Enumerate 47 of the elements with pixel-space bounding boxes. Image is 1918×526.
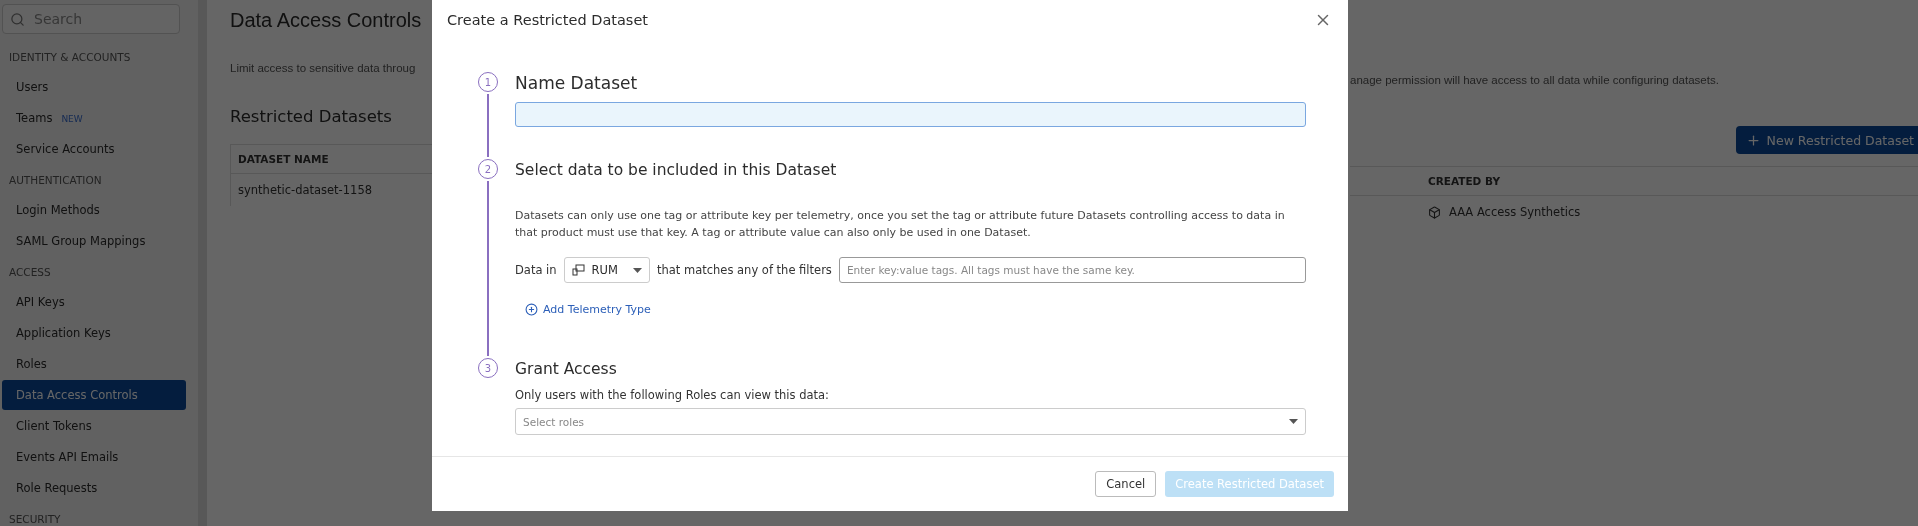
step-title: Grant Access (515, 359, 618, 380)
tags-field[interactable]: Enter key:value tags. All tags must have the same key. (838, 257, 1306, 283)
sidebar-item[interactable]: Login Methods (2, 195, 186, 225)
step-description: Datasets can only use one tag or attribute key per telemetry, once you set the tag or attribute future Datasets controlling access to data in that product must use that key. A tag or attribute value can also only be used in one Dataset. (515, 208, 1286, 241)
column-header: CREATED BY (1428, 175, 1500, 187)
dialog-title: Create a Restricted Dataset (447, 12, 649, 28)
sidebar-item[interactable]: Client Tokens (2, 411, 186, 441)
dataset-name-field[interactable] (515, 102, 1306, 127)
intro-text: anage permission will have access to all data while configuring datasets. (1350, 74, 1720, 88)
plus-circle-icon (525, 303, 538, 316)
sidebar-item[interactable]: SAML Group Mappings (2, 226, 186, 256)
screens-icon (571, 264, 585, 276)
search-icon (10, 12, 25, 27)
sidebar-item[interactable]: Teams NEW (2, 103, 186, 133)
sidebar-item[interactable]: Data Access Controls (2, 380, 186, 410)
section-title: ACCESS (8, 265, 52, 280)
table-cell: AAA Access Synthetics (1449, 205, 1581, 219)
sidebar-item[interactable]: Role Requests (2, 473, 186, 503)
step-title: Select data to be included in this Dataset (515, 160, 838, 181)
cube-icon (1428, 205, 1441, 219)
caret-icon (1289, 419, 1298, 424)
filter-prefix: Data in (515, 263, 557, 277)
intro-text: Limit access to sensitive data throug (230, 62, 417, 76)
sidebar-item[interactable]: Events API Emails (2, 442, 186, 472)
section-title: Restricted Datasets (230, 106, 393, 128)
add-telemetry-link[interactable]: Add Telemetry Type (525, 303, 651, 316)
step-description: Only users with the following Roles can view this data: (515, 388, 830, 402)
caret-icon (632, 267, 642, 273)
sidebar-item[interactable]: API Keys (2, 287, 186, 317)
section-title: AUTHENTICATION (8, 173, 103, 188)
sidebar-item[interactable]: Service Accounts (2, 134, 186, 164)
sidebar-item[interactable]: Users (2, 72, 186, 102)
page-title: Data Access Controls (230, 8, 423, 33)
sidebar-item[interactable]: Application Keys (2, 318, 186, 348)
new-dataset-button[interactable]: New Restricted Dataset (1735, 126, 1918, 154)
column-header: DATASET NAME (238, 153, 329, 165)
product-select[interactable]: RUM (563, 257, 650, 283)
step-title: Name Dataset (515, 72, 639, 94)
sidebar-item[interactable]: Roles (2, 349, 186, 379)
section-title: IDENTITY & ACCOUNTS (8, 50, 132, 65)
table-cell: synthetic-dataset-1158 (238, 183, 373, 197)
plus-icon (1745, 132, 1761, 148)
filter-connector: that matches any of the filters (656, 263, 832, 277)
new-label: NEW (61, 114, 83, 124)
section-title: SECURITY (8, 512, 62, 526)
roles-select[interactable]: Select roles (515, 408, 1306, 435)
cancel-button[interactable]: Cancel (1095, 471, 1157, 497)
